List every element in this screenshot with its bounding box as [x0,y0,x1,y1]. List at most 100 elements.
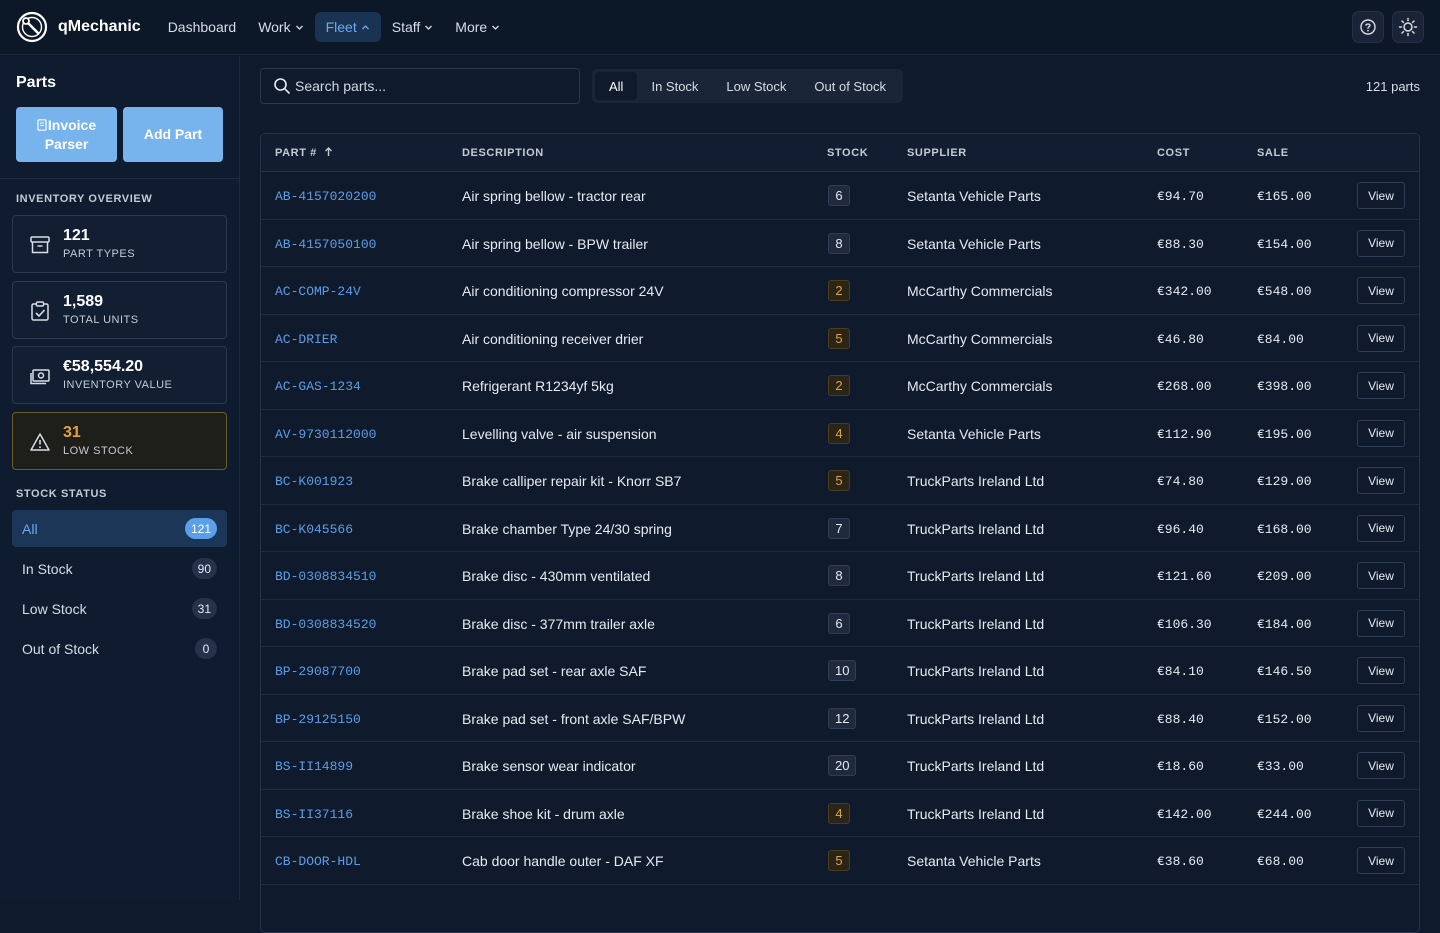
filter-tab-low-stock[interactable]: Low Stock [712,72,800,100]
table-row[interactable]: CB-DOOR-HDL Cab door handle outer - DAF X… [261,837,1419,885]
part-number-link[interactable]: BD-0308834520 [275,617,376,632]
sort-ascending-icon [324,147,332,156]
part-number-link[interactable]: AB-4157020200 [275,189,376,204]
nav-item-dashboard[interactable]: Dashboard [157,12,248,42]
table-row[interactable]: BS-II14899 Brake sensor wear indicator 20 T… [261,742,1419,790]
column-header-part[interactable]: PART # [275,147,333,159]
table-row[interactable]: BD-0308834520 Brake disc - 377mm trailer … [261,600,1419,647]
part-number-link[interactable]: AV-9730112000 [275,427,376,442]
view-button[interactable]: View [1357,324,1405,352]
part-number-link[interactable]: BS-II37116 [275,807,353,822]
status-item-label: In Stock [22,560,73,577]
supplier-name: Setanta Vehicle Parts [907,188,1041,204]
help-button[interactable] [1352,11,1384,43]
view-button[interactable]: View [1357,182,1405,209]
part-count: 121 parts [1365,79,1420,94]
sale-value: €548.00 [1257,284,1312,299]
cost-value: €88.40 [1157,711,1204,727]
view-button[interactable]: View [1357,704,1405,732]
view-button[interactable]: View [1357,847,1405,874]
column-header-part-label: PART # [275,147,317,159]
stock-badge: 5 [828,327,850,349]
part-number-link[interactable]: AC-GAS-1234 [275,379,361,394]
filter-tab-all[interactable]: All [595,72,638,100]
nav-item-more[interactable]: More [444,12,511,42]
cost-value: €142.00 [1157,806,1212,822]
table-row[interactable]: BP-29125150 Brake pad set - front axle SA… [261,695,1419,742]
part-number-link[interactable]: BP-29087700 [275,664,361,679]
filter-tab-in-stock[interactable]: In Stock [637,72,712,100]
chevron-up-icon [361,24,369,29]
search-field[interactable] [260,68,580,104]
table-row[interactable]: BC-K045566 Brake chamber Type 24/30 sprin… [261,505,1419,552]
table-row[interactable]: BS-II37116 Brake shoe kit - drum axle 4 Tru… [261,790,1419,837]
table-row[interactable]: AC-GAS-1234 Refrigerant R1234yf 5kg 2 McCar… [261,362,1419,410]
supplier-name: TruckParts Ireland Ltd [907,710,1045,727]
part-number-link[interactable]: BD-0308834510 [275,569,376,584]
column-header-cost[interactable]: COST [1157,147,1190,159]
table-row[interactable]: BD-0308834510 Brake disc - 430mm ventilat… [261,552,1419,600]
supplier-name: TruckParts Ireland Ltd [907,663,1045,679]
sun-icon [1398,17,1418,37]
table-row[interactable]: AV-9730112000 Levelling valve - air suspe… [261,410,1419,457]
view-button[interactable]: View [1357,799,1405,827]
view-button[interactable]: View [1357,229,1405,257]
part-number-link[interactable]: BC-K045566 [275,522,353,537]
table-row[interactable]: AC-DRIER Air conditioning receiver drier 5… [261,315,1419,362]
inventory-overview-heading: INVENTORY OVERVIEW [16,193,153,205]
supplier-name: TruckParts Ireland Ltd [907,473,1045,489]
part-number-link[interactable]: BP-29125150 [275,712,361,727]
status-item-label: Out of Stock [22,640,100,657]
stock-badge: 8 [828,565,850,586]
part-number-link[interactable]: BC-K001923 [275,474,353,489]
view-button[interactable]: View [1357,372,1405,399]
count-badge: 90 [191,558,217,579]
view-button[interactable]: View [1357,562,1405,589]
stock-badge: 8 [828,232,850,254]
nav-item-work[interactable]: Work [247,12,314,42]
nav-item-label: Staff [391,19,421,35]
part-number-link[interactable]: AC-DRIER [275,332,337,347]
table-row[interactable]: AB-4157050100 Air spring bellow - BPW tra… [261,220,1419,267]
column-header-sale[interactable]: SALE [1257,147,1289,159]
nav-item-fleet[interactable]: Fleet [314,12,381,42]
chevron-down-icon [492,25,500,30]
view-button[interactable]: View [1357,609,1405,637]
supplier-name: McCarthy Commercials [907,378,1053,394]
stat-card-low-stock[interactable]: 31 LOW STOCK [12,412,227,470]
view-button[interactable]: View [1357,514,1405,542]
stock-badge: 2 [828,280,850,301]
search-input[interactable] [295,78,565,94]
table-row[interactable]: BC-K001923 Brake calliper repair kit - Kn… [261,457,1419,505]
part-number-link[interactable]: AB-4157050100 [275,237,376,252]
part-number-link[interactable]: CB-DOOR-HDL [275,854,361,869]
view-button[interactable]: View [1357,752,1405,779]
stock-badge: 5 [828,850,850,871]
nav-item-staff[interactable]: Staff [381,12,445,42]
invoice-parser-button[interactable]: Invoice Parser [16,107,117,162]
filter-tab-out-of-stock[interactable]: Out of Stock [800,72,900,100]
table-row[interactable]: AB-4157020200 Air spring bellow - tractor… [261,172,1419,220]
status-item-low-stock[interactable]: Low Stock 31 [12,590,227,627]
view-button[interactable]: View [1357,657,1405,684]
stat-label: INVENTORY VALUE [63,379,173,391]
column-header-stock[interactable]: STOCK [827,147,868,159]
column-header-description[interactable]: DESCRIPTION [462,147,544,159]
status-item-in-stock[interactable]: In Stock 90 [12,550,227,587]
brand[interactable]: qMechanic [16,11,141,43]
status-item-all[interactable]: All 121 [12,510,227,547]
view-button[interactable]: View [1357,467,1405,494]
sale-value: €398.00 [1257,379,1312,394]
part-number-link[interactable]: AC-COMP-24V [275,284,361,299]
column-header-supplier[interactable]: SUPPLIER [907,147,967,159]
view-button[interactable]: View [1357,419,1405,447]
add-part-button[interactable]: Add Part [123,107,223,162]
status-item-out-of-stock[interactable]: Out of Stock 0 [12,630,227,667]
stock-status-heading: STOCK STATUS [16,488,107,500]
sale-value: €184.00 [1257,616,1312,632]
table-row[interactable]: AC-COMP-24V Air conditioning compressor 2… [261,267,1419,315]
theme-toggle-button[interactable] [1392,11,1424,43]
part-number-link[interactable]: BS-II14899 [275,759,353,774]
view-button[interactable]: View [1357,277,1405,304]
table-row[interactable]: BP-29087700 Brake pad set - rear axle SAF… [261,647,1419,695]
